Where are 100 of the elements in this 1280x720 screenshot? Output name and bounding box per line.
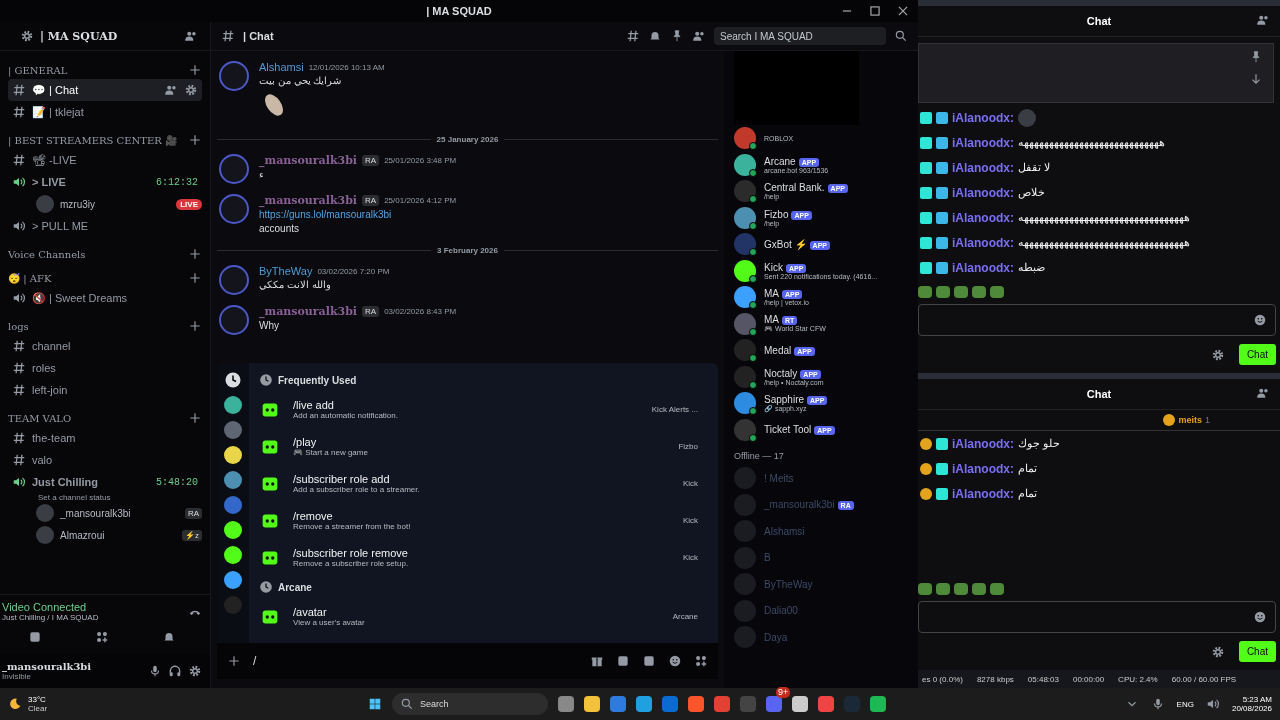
user-avatar[interactable]	[219, 154, 249, 184]
category-label[interactable]: TEAM VALO	[8, 412, 72, 424]
search-field[interactable]: Search I MA SQUAD	[714, 27, 886, 45]
chat-input[interactable]	[918, 601, 1276, 633]
chat-username[interactable]: iAlanoodx:	[952, 135, 1014, 150]
message-author[interactable]: _mansouralk3bi	[259, 305, 358, 318]
activities-icon	[95, 630, 109, 644]
taskbar-app-icon[interactable]	[766, 696, 782, 712]
taskbar-app-icon[interactable]	[610, 696, 626, 712]
add-channel-icon	[188, 247, 202, 261]
badge-icon	[920, 161, 932, 174]
category-label[interactable]: | BEST STREAMERS CENTER 🎥	[8, 134, 177, 146]
chat-username[interactable]: iAlanoodx:	[952, 185, 1014, 200]
user-name: _mansouralk3bi	[2, 661, 93, 672]
message-author[interactable]: _mansouralk3bi	[259, 194, 358, 207]
voice-user-name[interactable]: _mansouralk3bi	[60, 507, 179, 519]
chat-input[interactable]	[918, 304, 1276, 336]
taskbar-app-icon[interactable]	[870, 696, 886, 712]
add-member-icon	[164, 83, 178, 97]
message-author[interactable]: Alshamsi	[259, 61, 304, 73]
call-timer: 5:48:20	[156, 476, 198, 488]
message-text: ء	[259, 169, 265, 180]
channel-item[interactable]: left-join	[8, 379, 202, 401]
taskbar-app-icon[interactable]	[688, 696, 704, 712]
hash-icon	[12, 83, 26, 97]
hash-icon	[221, 29, 235, 43]
category-label[interactable]: Voice Channels	[8, 248, 86, 260]
clock-time[interactable]: 5:23 AM	[1231, 695, 1272, 704]
command-item[interactable]: /remove Remove a streamer from the bot! Kick	[259, 502, 708, 539]
taskbar-app-icon[interactable]	[558, 696, 574, 712]
apps-icon	[694, 654, 708, 668]
category-label[interactable]: 😴 | AFK	[8, 272, 52, 284]
language-indicator[interactable]: ENG	[1176, 699, 1194, 709]
taskbar-app-icon[interactable]	[818, 696, 834, 712]
user-avatar	[36, 526, 54, 544]
leader-name: meits	[1178, 415, 1202, 425]
chat-username[interactable]: iAlanoodx:	[952, 110, 1014, 125]
connection-location[interactable]: Just Chilling / I MA SQUAD	[2, 613, 188, 622]
user-avatar[interactable]	[219, 305, 249, 335]
weather-condition: Clear	[28, 704, 48, 713]
user-avatar[interactable]	[219, 194, 249, 224]
stat-text: 05:48:03	[1027, 674, 1059, 684]
chat-button[interactable]: Chat	[1238, 641, 1276, 662]
channel-item[interactable]: 📝 | tklejat	[8, 101, 202, 123]
channel-title: | Chat	[243, 30, 275, 42]
channel-item[interactable]: valo	[8, 449, 202, 471]
command-item[interactable]: /avatar View a user's avatar Arcane	[259, 598, 708, 635]
taskbar-search[interactable]: Search	[392, 693, 548, 715]
message-link[interactable]: https://guns.lol/mansouralk3bi	[259, 209, 392, 220]
chat-username[interactable]: iAlanoodx:	[952, 210, 1014, 225]
chat-username[interactable]: iAlanoodx:	[952, 436, 1014, 451]
section-icon	[259, 580, 273, 594]
user-avatar[interactable]	[219, 61, 249, 91]
chat-username[interactable]: iAlanoodx:	[952, 260, 1014, 275]
command-item[interactable]: /subscriber role add Add a subscriber role to a streamer. Kick	[259, 465, 708, 502]
taskbar-app-icon[interactable]	[714, 696, 730, 712]
category-label[interactable]: | GENERAL	[8, 64, 68, 76]
message-text: accounts	[259, 223, 301, 234]
user-tag: ⚡z	[182, 529, 202, 541]
date-divider: 3 February 2026	[437, 246, 498, 255]
voice-channel-item[interactable]: 🔇 | Sweet Dreams	[8, 287, 202, 309]
channel-item[interactable]: the-team	[8, 427, 202, 449]
clock-date[interactable]: 20/08/2026	[1231, 704, 1272, 713]
channel-item[interactable]: channel	[8, 335, 202, 357]
channel-item[interactable]: 📽 -LIVE	[8, 149, 202, 171]
server-name[interactable]: | MA SQUAD	[40, 29, 178, 43]
taskbar-app-icon[interactable]	[792, 696, 808, 712]
command-item[interactable]: /live add Add an automatic notification. Kick Alerts ...	[259, 391, 708, 428]
chat-username[interactable]: iAlanoodx:	[952, 160, 1014, 175]
voice-channel-item[interactable]: > LIVE 6:12:32	[8, 171, 202, 193]
channel-item[interactable]: roles	[8, 357, 202, 379]
message-time: 25/01/2026 4:12 PM	[384, 196, 457, 205]
chat-username[interactable]: iAlanoodx:	[952, 461, 1014, 476]
channel-status[interactable]: Set a channel status	[8, 493, 202, 502]
voice-channel-item[interactable]: Just Chilling 5:48:20	[8, 471, 202, 493]
chat-username[interactable]: iAlanoodx:	[952, 235, 1014, 250]
channel-item[interactable]: 💬 | Chat	[8, 79, 202, 101]
dock-title: Chat	[1086, 15, 1112, 27]
window-title: | MA SQUAD	[426, 5, 492, 17]
message-author[interactable]: ByTheWay	[259, 265, 313, 277]
chat-button[interactable]: Chat	[1238, 344, 1276, 365]
command-item[interactable]: /subscriber role remove Remove a subscriber role setup. Kick	[259, 539, 708, 576]
search-icon	[894, 29, 908, 43]
taskbar-app-icon[interactable]	[584, 696, 600, 712]
voice-user-name[interactable]: Almazroui	[60, 529, 176, 541]
clock-icon	[224, 371, 242, 389]
message-author[interactable]: _mansouralk3bi	[259, 154, 358, 167]
settings-icon	[188, 664, 202, 678]
chat-username[interactable]: iAlanoodx:	[952, 486, 1014, 501]
category-label[interactable]: logs	[8, 320, 29, 332]
user-avatar[interactable]	[219, 265, 249, 295]
call-timer: 6:12:32	[156, 176, 198, 188]
voice-user-name[interactable]: mzru3iy	[60, 198, 171, 210]
command-item[interactable]: /play 🎮 Start a new game Fizbo	[259, 428, 708, 465]
taskbar-app-icon[interactable]	[662, 696, 678, 712]
badge-icon	[936, 437, 948, 450]
user-status: Invisible	[2, 672, 32, 681]
taskbar-app-icon[interactable]	[636, 696, 652, 712]
chat-message: لا تقفل	[1018, 161, 1051, 174]
voice-channel-item[interactable]: > PULL ME	[8, 215, 202, 237]
